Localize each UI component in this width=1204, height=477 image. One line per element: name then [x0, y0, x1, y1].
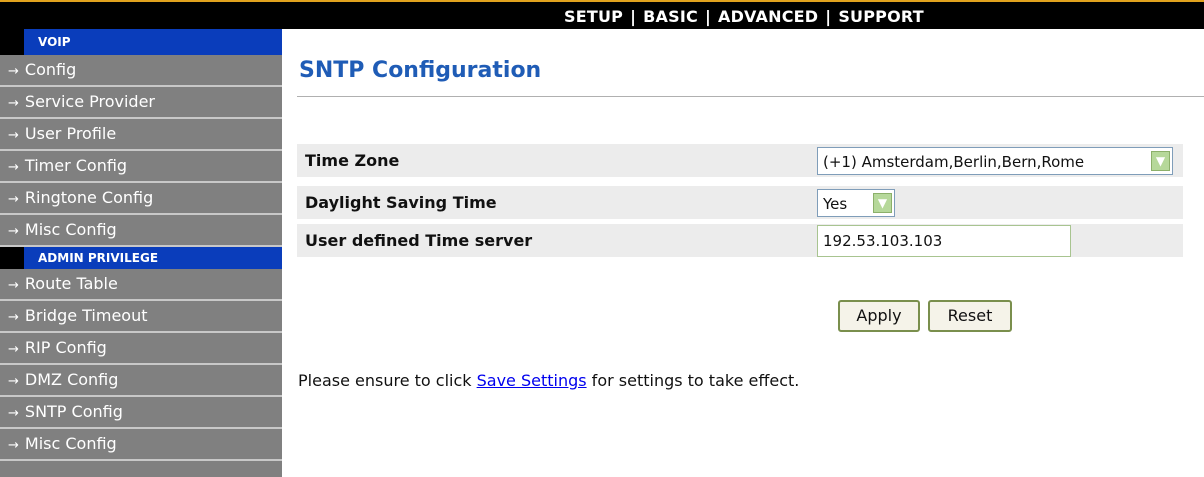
arrow-right-icon: →	[8, 342, 19, 357]
sidebar-item-label: Bridge Timeout	[24, 306, 148, 325]
sidebar-item-label: Ringtone Config	[24, 188, 154, 207]
top-navigation-bar: SETUP | BASIC | ADVANCED | SUPPORT	[0, 0, 1204, 29]
sidebar-item-dmz-config[interactable]: → DMZ Config	[0, 365, 282, 397]
sidebar-item-label: Config	[24, 60, 77, 79]
sidebar-item-label: Misc Config	[24, 220, 117, 239]
sidebar-item-label: Service Provider	[24, 92, 155, 111]
save-settings-link[interactable]: Save Settings	[477, 371, 587, 390]
sidebar-item-label: RIP Config	[24, 338, 107, 357]
sidebar-item-sntp-config[interactable]: → SNTP Config	[0, 397, 282, 429]
sidebar-item-bridge-timeout[interactable]: → Bridge Timeout	[0, 301, 282, 333]
title-divider	[297, 96, 1204, 97]
apply-button[interactable]: Apply	[838, 300, 920, 332]
nav-basic[interactable]: BASIC	[643, 7, 698, 26]
sidebar-item-label: Misc Config	[24, 434, 117, 453]
sidebar-item-label: DMZ Config	[24, 370, 119, 389]
chevron-down-icon[interactable]: ▼	[1151, 151, 1170, 171]
daylight-saving-select[interactable]: Yes ▼	[817, 189, 895, 217]
arrow-right-icon: →	[8, 406, 19, 421]
sidebar-item-label: Route Table	[24, 274, 118, 293]
daylight-saving-value: Yes	[823, 195, 848, 213]
reset-button[interactable]: Reset	[928, 300, 1012, 332]
arrow-right-icon: →	[8, 310, 19, 325]
sidebar-item-rip-config[interactable]: → RIP Config	[0, 333, 282, 365]
nav-support[interactable]: SUPPORT	[838, 7, 924, 26]
daylight-saving-label: Daylight Saving Time	[305, 193, 497, 212]
time-zone-value: (+1) Amsterdam,Berlin,Bern,Rome	[823, 153, 1085, 171]
sidebar-item-timer-config[interactable]: → Timer Config	[0, 151, 282, 183]
page-title: SNTP Configuration	[299, 58, 542, 83]
arrow-right-icon: →	[8, 64, 19, 79]
arrow-right-icon: →	[8, 374, 19, 389]
time-server-label: User defined Time server	[305, 231, 533, 250]
arrow-right-icon: →	[8, 278, 19, 293]
top-nav-links: SETUP | BASIC | ADVANCED | SUPPORT	[564, 7, 924, 26]
sidebar-item-label: User Profile	[24, 124, 117, 143]
section-header-stub	[0, 247, 24, 269]
arrow-right-icon: →	[8, 128, 19, 143]
note-text-after: for settings to take effect.	[586, 371, 800, 390]
nav-separator: |	[630, 7, 637, 26]
nav-setup[interactable]: SETUP	[564, 7, 623, 26]
sidebar-item-ringtone-config[interactable]: → Ringtone Config	[0, 183, 282, 215]
sidebar-section-label: ADMIN PRIVILEGE	[38, 251, 159, 265]
sidebar-item-label: SNTP Config	[24, 402, 123, 421]
daylight-saving-row: Daylight Saving Time Yes ▼	[297, 186, 1183, 219]
save-settings-note: Please ensure to click Save Settings for…	[298, 371, 799, 390]
sidebar-section-admin-privilege: ADMIN PRIVILEGE	[0, 247, 282, 269]
sidebar-item-label: Timer Config	[24, 156, 128, 175]
time-server-value: 192.53.103.103	[823, 232, 943, 250]
sidebar-item-voip-misc-config[interactable]: → Misc Config	[0, 215, 282, 247]
time-zone-label: Time Zone	[305, 151, 400, 170]
time-server-input[interactable]: 192.53.103.103	[817, 225, 1071, 257]
time-server-row: User defined Time server 192.53.103.103	[297, 224, 1183, 257]
arrow-right-icon: →	[8, 224, 19, 239]
arrow-right-icon: →	[8, 192, 19, 207]
sidebar-item-user-profile[interactable]: → User Profile	[0, 119, 282, 151]
chevron-down-icon[interactable]: ▼	[873, 193, 892, 213]
sidebar-item-config[interactable]: → Config	[0, 55, 282, 87]
sidebar-section-label: VOIP	[38, 35, 71, 49]
sidebar-item-service-provider[interactable]: → Service Provider	[0, 87, 282, 119]
arrow-right-icon: →	[8, 438, 19, 453]
time-zone-select[interactable]: (+1) Amsterdam,Berlin,Bern,Rome ▼	[817, 147, 1173, 175]
sidebar-item-route-table[interactable]: → Route Table	[0, 269, 282, 301]
section-header-stub	[0, 29, 24, 55]
arrow-right-icon: →	[8, 96, 19, 111]
sidebar: VOIP → Config → Service Provider → User Pro…	[0, 29, 282, 477]
nav-separator: |	[825, 7, 832, 26]
arrow-right-icon: →	[8, 160, 19, 175]
sidebar-section-voip: VOIP	[0, 29, 282, 55]
sidebar-item-admin-misc-config[interactable]: → Misc Config	[0, 429, 282, 461]
time-zone-row: Time Zone (+1) Amsterdam,Berlin,Bern,Rom…	[297, 144, 1183, 177]
note-text-before: Please ensure to click	[298, 371, 477, 390]
nav-separator: |	[704, 7, 711, 26]
nav-advanced[interactable]: ADVANCED	[718, 7, 818, 26]
